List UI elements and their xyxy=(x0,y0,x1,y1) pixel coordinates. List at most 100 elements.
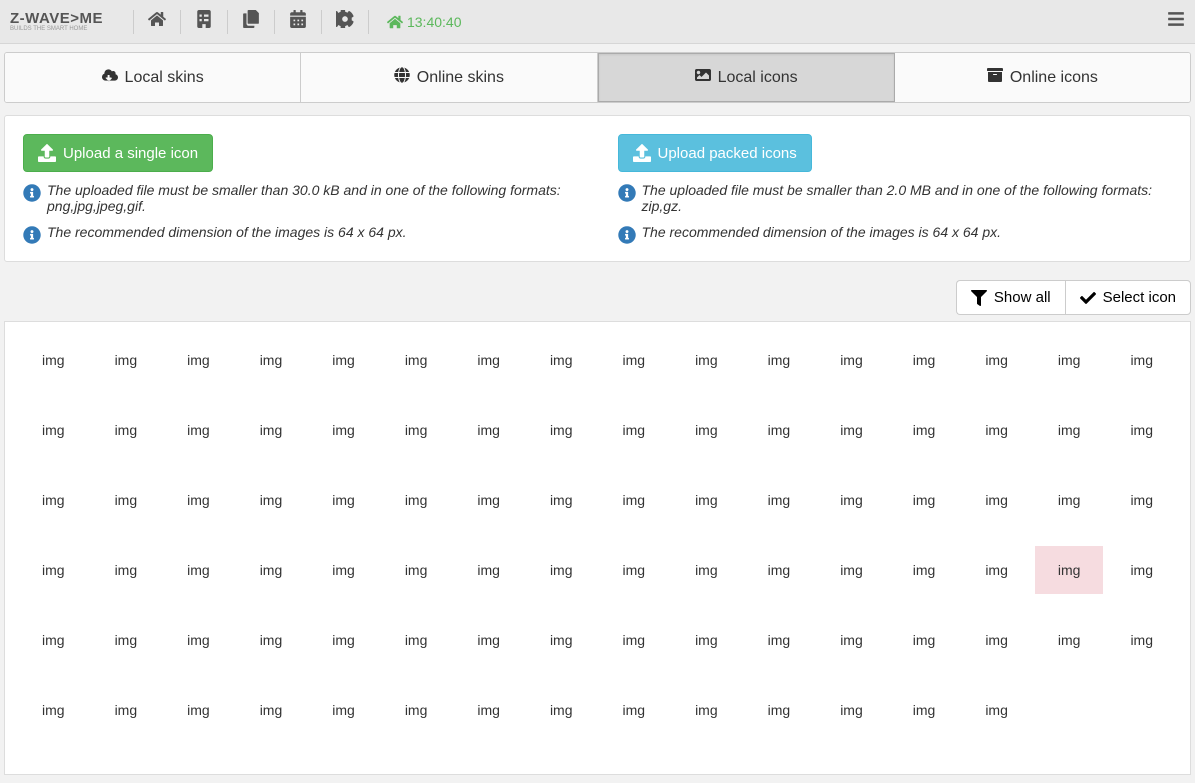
icon-thumb[interactable]: img xyxy=(672,616,741,664)
icon-thumb[interactable]: img xyxy=(890,476,959,524)
icon-thumb[interactable]: img xyxy=(817,546,886,594)
icon-thumb[interactable]: img xyxy=(454,546,523,594)
icon-thumb[interactable]: img xyxy=(672,686,741,734)
icon-thumb[interactable]: img xyxy=(309,616,378,664)
icon-thumb[interactable]: img xyxy=(962,476,1031,524)
icon-thumb[interactable]: img xyxy=(527,546,596,594)
icon-thumb[interactable]: img xyxy=(962,686,1031,734)
icon-thumb[interactable]: img xyxy=(817,476,886,524)
icon-thumb[interactable]: img xyxy=(454,336,523,384)
icon-thumb[interactable]: img xyxy=(164,686,233,734)
icon-thumb[interactable]: img xyxy=(1035,616,1104,664)
icon-thumb[interactable]: img xyxy=(164,406,233,454)
icon-thumb[interactable]: img xyxy=(19,476,88,524)
icon-thumb[interactable]: img xyxy=(1107,406,1176,454)
icon-thumb[interactable]: img xyxy=(600,406,669,454)
icon-thumb[interactable]: img xyxy=(1035,546,1104,594)
icon-thumb[interactable]: img xyxy=(1107,336,1176,384)
icon-thumb[interactable]: img xyxy=(600,476,669,524)
icon-thumb[interactable]: img xyxy=(817,686,886,734)
icon-thumb[interactable]: img xyxy=(237,546,306,594)
icon-thumb[interactable]: img xyxy=(164,616,233,664)
icon-thumb[interactable]: img xyxy=(890,546,959,594)
icon-thumb[interactable]: img xyxy=(890,336,959,384)
icon-thumb[interactable]: img xyxy=(962,616,1031,664)
icon-thumb[interactable]: img xyxy=(237,476,306,524)
icon-thumb[interactable]: img xyxy=(237,336,306,384)
icon-thumb[interactable]: img xyxy=(672,406,741,454)
select-icon-button[interactable]: Select icon xyxy=(1065,280,1191,315)
copy-icon[interactable] xyxy=(242,10,260,33)
icon-thumb[interactable]: img xyxy=(1107,546,1176,594)
icon-thumb[interactable]: img xyxy=(164,476,233,524)
icon-thumb[interactable]: img xyxy=(600,616,669,664)
icon-thumb[interactable]: img xyxy=(309,336,378,384)
icon-thumb[interactable]: img xyxy=(962,546,1031,594)
show-all-button[interactable]: Show all xyxy=(956,280,1065,315)
icon-thumb[interactable]: img xyxy=(817,336,886,384)
upload-packed-button[interactable]: Upload packed icons xyxy=(618,134,812,172)
icon-thumb[interactable]: img xyxy=(309,476,378,524)
icon-thumb[interactable]: img xyxy=(890,616,959,664)
icon-thumb[interactable]: img xyxy=(454,686,523,734)
icon-thumb[interactable]: img xyxy=(962,336,1031,384)
icon-thumb[interactable]: img xyxy=(454,616,523,664)
icon-thumb[interactable]: img xyxy=(1035,336,1104,384)
icon-thumb[interactable]: img xyxy=(454,406,523,454)
icon-thumb[interactable]: img xyxy=(309,546,378,594)
upload-single-button[interactable]: Upload a single icon xyxy=(23,134,213,172)
icon-thumb[interactable]: img xyxy=(527,336,596,384)
icon-thumb[interactable]: img xyxy=(382,616,451,664)
icon-thumb[interactable]: img xyxy=(600,336,669,384)
icon-thumb[interactable]: img xyxy=(745,616,814,664)
icon-thumb[interactable]: img xyxy=(237,406,306,454)
icon-thumb[interactable]: img xyxy=(817,406,886,454)
icon-thumb[interactable]: img xyxy=(962,406,1031,454)
hamburger-icon[interactable] xyxy=(1167,10,1185,33)
icon-thumb[interactable]: img xyxy=(309,406,378,454)
icon-thumb[interactable]: img xyxy=(527,616,596,664)
icon-thumb[interactable]: img xyxy=(19,336,88,384)
icon-thumb[interactable]: img xyxy=(527,476,596,524)
icon-thumb[interactable]: img xyxy=(890,686,959,734)
tab-local-skins[interactable]: Local skins xyxy=(5,53,301,102)
icon-thumb[interactable]: img xyxy=(382,686,451,734)
icon-thumb[interactable]: img xyxy=(745,336,814,384)
tab-online-skins[interactable]: Online skins xyxy=(301,53,597,102)
icon-thumb[interactable]: img xyxy=(454,476,523,524)
icon-thumb[interactable]: img xyxy=(672,336,741,384)
icon-thumb[interactable]: img xyxy=(92,336,161,384)
icon-thumb[interactable]: img xyxy=(92,616,161,664)
icon-thumb[interactable]: img xyxy=(745,546,814,594)
icon-thumb[interactable]: img xyxy=(890,406,959,454)
icon-thumb[interactable]: img xyxy=(19,616,88,664)
icon-thumb[interactable]: img xyxy=(527,686,596,734)
icon-thumb[interactable]: img xyxy=(672,476,741,524)
icon-thumb[interactable]: img xyxy=(1035,476,1104,524)
icon-thumb[interactable]: img xyxy=(382,336,451,384)
icon-thumb[interactable]: img xyxy=(92,476,161,524)
tab-online-icons[interactable]: Online icons xyxy=(895,53,1190,102)
calendar-icon[interactable] xyxy=(289,10,307,33)
icon-thumb[interactable]: img xyxy=(19,406,88,454)
home-icon[interactable] xyxy=(148,10,166,33)
icon-thumb[interactable]: img xyxy=(1107,616,1176,664)
icon-thumb[interactable]: img xyxy=(1035,406,1104,454)
icon-thumb[interactable]: img xyxy=(1107,476,1176,524)
icon-thumb[interactable]: img xyxy=(600,546,669,594)
icon-thumb[interactable]: img xyxy=(745,476,814,524)
icon-thumb[interactable]: img xyxy=(672,546,741,594)
icon-thumb[interactable]: img xyxy=(527,406,596,454)
icon-thumb[interactable]: img xyxy=(309,686,378,734)
icon-thumb[interactable]: img xyxy=(19,546,88,594)
icon-thumb[interactable]: img xyxy=(745,686,814,734)
icon-thumb[interactable]: img xyxy=(817,616,886,664)
tab-local-icons[interactable]: Local icons xyxy=(598,53,895,102)
icon-thumb[interactable]: img xyxy=(92,546,161,594)
icon-thumb[interactable]: img xyxy=(382,406,451,454)
icon-thumb[interactable]: img xyxy=(237,686,306,734)
icon-thumb[interactable]: img xyxy=(382,546,451,594)
icon-thumb[interactable]: img xyxy=(92,686,161,734)
gear-icon[interactable] xyxy=(336,10,354,33)
icon-thumb[interactable]: img xyxy=(600,686,669,734)
